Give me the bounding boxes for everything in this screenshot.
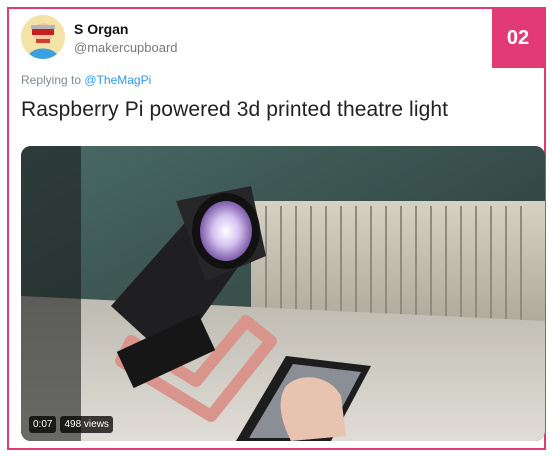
replying-to: Replying to @TheMagPi [21,73,151,87]
video-player[interactable]: 0:07 498 views [21,146,545,441]
replying-to-label: Replying to [21,73,82,87]
avatar-icon [21,15,65,59]
avatar[interactable] [21,15,65,59]
page-number-badge: 02 [492,9,544,68]
tweet-card: 02 S Organ @makercupboard Replying to @T… [7,7,546,450]
video-view-count: 498 views [60,416,113,433]
display-name[interactable]: S Organ [74,21,128,37]
user-handle[interactable]: @makercupboard [74,40,178,55]
video-duration: 0:07 [29,416,57,433]
video-thumbnail [21,146,545,441]
reply-mention-link[interactable]: @TheMagPi [84,73,151,87]
tweet-text: Raspberry Pi powered 3d printed theatre … [21,98,449,121]
video-overlay: 0:07 498 views [29,416,113,433]
